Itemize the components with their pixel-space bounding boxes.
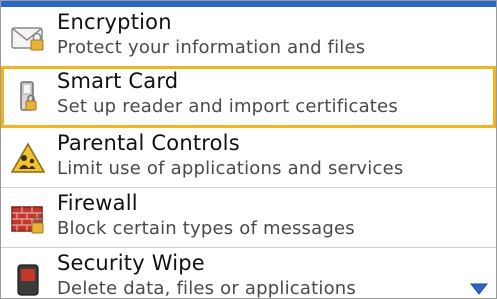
item-subtitle: Limit use of applications and services — [57, 158, 404, 179]
item-title: Security Wipe — [57, 251, 205, 275]
item-title: Parental Controls — [57, 131, 240, 155]
list-item-encryption[interactable]: Encryption Protect your information and … — [1, 7, 496, 67]
parental-controls-icon — [10, 141, 46, 177]
security-options-list: Encryption Protect your information and … — [1, 7, 496, 299]
item-subtitle: Delete data, files or applications — [57, 278, 356, 299]
item-title: Firewall — [57, 191, 138, 215]
list-item-parental-controls[interactable]: Parental Controls Limit use of applicati… — [1, 128, 496, 188]
list-item-smart-card[interactable]: Smart Card Set up reader and import cert… — [1, 66, 496, 128]
item-subtitle: Set up reader and import certificates — [57, 96, 398, 117]
item-title: Encryption — [57, 10, 172, 34]
item-subtitle: Protect your information and files — [57, 37, 366, 58]
security-options-list-screen: Encryption Protect your information and … — [0, 0, 497, 299]
envelope-lock-icon — [10, 20, 46, 56]
item-subtitle: Block certain types of messages — [57, 218, 355, 239]
item-title: Smart Card — [57, 69, 179, 93]
list-item-firewall[interactable]: Firewall Block certain types of messages — [1, 188, 496, 248]
list-item-security-wipe[interactable]: Security Wipe Delete data, files or appl… — [1, 248, 496, 299]
smart-card-reader-icon — [10, 79, 46, 115]
firewall-icon — [10, 201, 46, 237]
security-wipe-icon — [10, 261, 46, 297]
scroll-down-arrow-icon[interactable] — [469, 280, 489, 295]
